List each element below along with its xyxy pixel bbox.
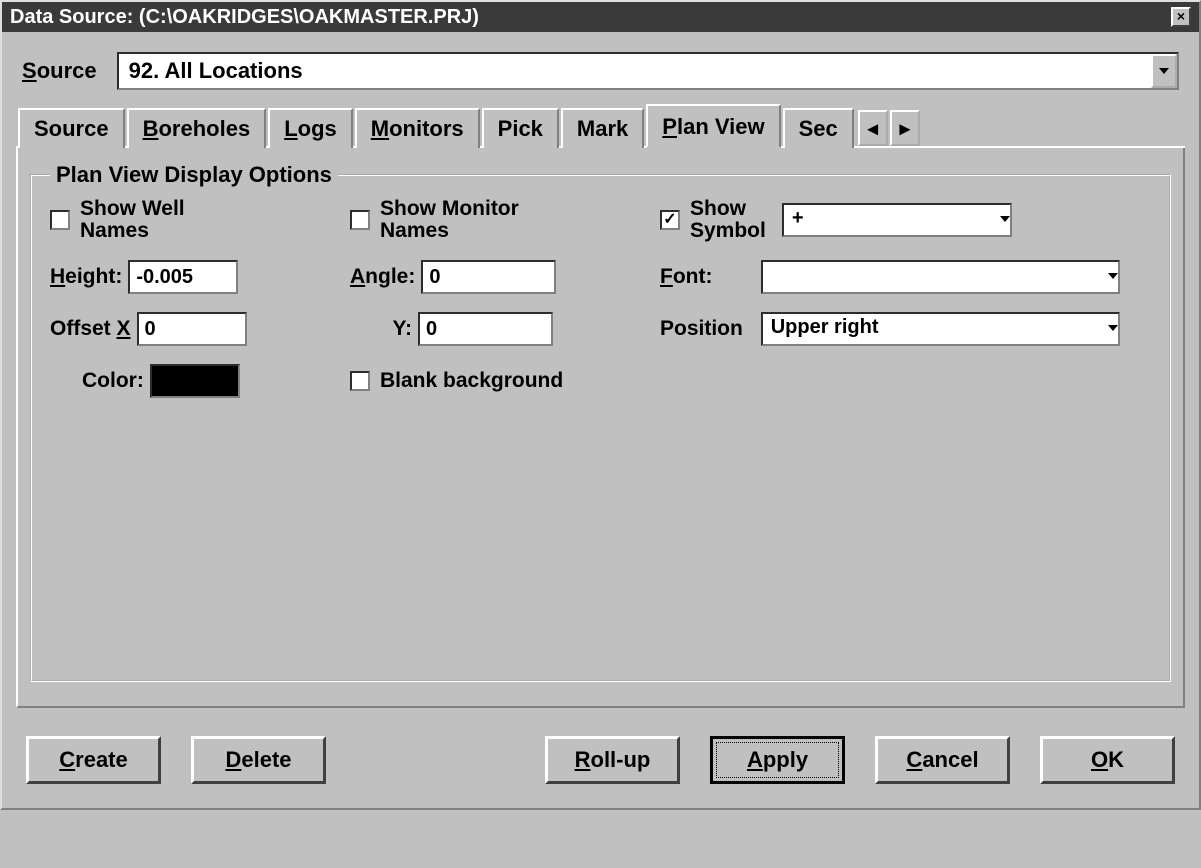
color-field: Color: [50,364,350,398]
ok-button[interactable]: OK [1040,736,1175,784]
position-field: Position Upper right [660,312,1120,346]
height-input[interactable] [128,260,238,294]
dropdown-arrow-icon[interactable] [1000,205,1010,235]
tab-logs[interactable]: Logs [268,108,353,148]
checkbox-icon[interactable] [660,210,680,230]
show-well-names-label: Show WellNames [80,198,185,242]
source-row: Source 92. All Locations [16,42,1185,104]
group-legend: Plan View Display Options [50,162,338,188]
cancel-button[interactable]: Cancel [875,736,1010,784]
checkbox-icon[interactable] [350,371,370,391]
font-field: Font: [660,260,1120,294]
create-button[interactable]: Create [26,736,161,784]
color-swatch[interactable] [150,364,240,398]
show-symbol-checkbox[interactable]: ShowSymbol [660,198,766,242]
show-well-names-checkbox[interactable]: Show WellNames [50,198,350,242]
offsetx-label: Offset X [50,317,131,341]
spacer [356,736,515,784]
close-button[interactable]: × [1171,7,1191,27]
plan-view-options-group: Plan View Display Options Show WellNames… [30,162,1171,682]
show-symbol-label: ShowSymbol [690,198,766,242]
symbol-combo[interactable]: + [782,203,1012,237]
tab-plan-view[interactable]: Plan View [646,104,780,148]
checkbox-icon[interactable] [50,210,70,230]
offsetx-field: Offset X [50,312,350,346]
blank-background-checkbox[interactable]: Blank background [350,370,660,392]
font-combo-value [763,262,1108,292]
color-label: Color: [82,369,144,393]
show-monitor-names-label: Show MonitorNames [380,198,519,242]
window-title: Data Source: (C:\OAKRIDGES\OAKMASTER.PRJ… [10,6,479,29]
height-field: Height: [50,260,350,294]
offsety-label: Y: [350,317,412,341]
checkbox-icon[interactable] [350,210,370,230]
offsety-input[interactable] [418,312,553,346]
show-monitor-names-checkbox[interactable]: Show MonitorNames [350,198,660,242]
tab-strip: Source Boreholes Logs Monitors Pick Mark… [16,104,1185,148]
position-combo-value: Upper right [763,314,1108,344]
options-grid: Show WellNames Show MonitorNames ShowSym… [50,198,1151,398]
symbol-combo-value: + [784,205,1000,235]
delete-button[interactable]: Delete [191,736,326,784]
tab-mark[interactable]: Mark [561,108,644,148]
client-area: Source 92. All Locations Source Borehole… [2,32,1199,808]
font-label: Font: [660,265,751,289]
tab-scroll-left[interactable]: ◂ [858,110,888,146]
font-combo[interactable] [761,260,1120,294]
title-bar: Data Source: (C:\OAKRIDGES\OAKMASTER.PRJ… [2,2,1199,32]
offsety-field: Y: [350,312,660,346]
tab-pick[interactable]: Pick [482,108,559,148]
tab-boreholes[interactable]: Boreholes [127,108,267,148]
tab-monitors[interactable]: Monitors [355,108,480,148]
angle-field: Angle: [350,260,660,294]
show-symbol-row: ShowSymbol + [660,198,1120,242]
tab-source[interactable]: Source [18,108,125,148]
source-label: Source [22,58,97,84]
button-row: Create Delete Roll-up Apply Cancel OK [16,708,1185,790]
tab-scroll-right[interactable]: ▸ [890,110,920,146]
rollup-button[interactable]: Roll-up [545,736,680,784]
position-label: Position [660,317,751,341]
dropdown-arrow-icon[interactable] [1151,54,1177,88]
blank-background-label: Blank background [380,370,563,392]
dialog-window: Data Source: (C:\OAKRIDGES\OAKMASTER.PRJ… [0,0,1201,810]
tab-sections[interactable]: Sec [783,108,854,148]
source-combo-value: 92. All Locations [119,54,1151,88]
dropdown-arrow-icon[interactable] [1108,314,1118,344]
tab-panel-plan-view: Plan View Display Options Show WellNames… [16,148,1185,708]
angle-input[interactable] [421,260,556,294]
height-label: Height: [50,265,122,289]
apply-button[interactable]: Apply [710,736,845,784]
source-combo[interactable]: 92. All Locations [117,52,1179,90]
dropdown-arrow-icon[interactable] [1108,262,1118,292]
angle-label: Angle: [350,265,415,289]
offsetx-input[interactable] [137,312,247,346]
position-combo[interactable]: Upper right [761,312,1120,346]
